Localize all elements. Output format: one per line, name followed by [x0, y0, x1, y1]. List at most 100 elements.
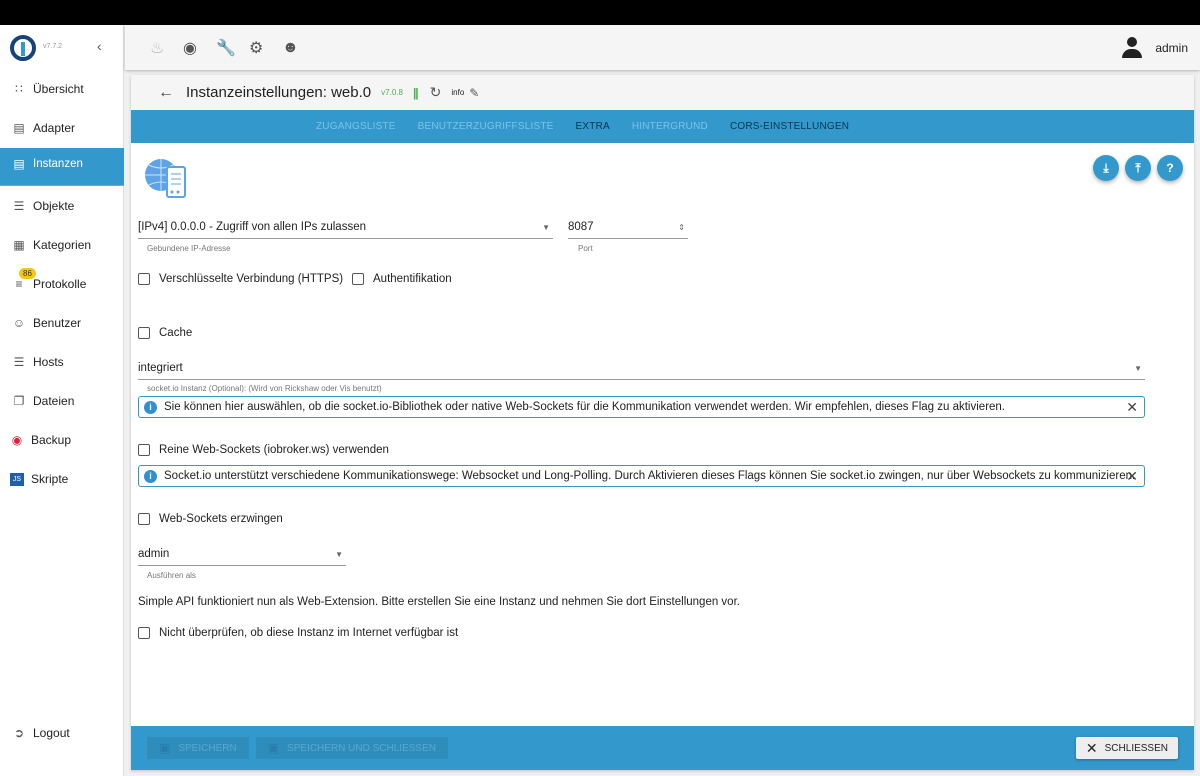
label: Nicht überprüfen, ob diese Instanz im In…	[159, 627, 459, 639]
tab-hintergrund[interactable]: HINTERGRUND	[632, 121, 708, 132]
sidebar-item-kategorien[interactable]: ▦ Kategorien	[0, 226, 124, 264]
info-alert: i Socket.io unterstützt verschiedene Komm…	[138, 465, 1145, 487]
sidebar-item-uebersicht[interactable]: ∷ Übersicht	[0, 70, 124, 108]
back-arrow-icon[interactable]: ←	[158, 84, 174, 102]
label: Verschlüsselte Verbindung (HTTPS)	[159, 273, 344, 285]
bell-icon[interactable]: ♨	[150, 38, 183, 58]
avatar-icon	[1121, 37, 1143, 59]
cache-checkbox[interactable]: Cache	[138, 327, 192, 339]
run-as-select[interactable]: admin ▼	[138, 548, 346, 566]
label: Skripte	[31, 472, 69, 486]
alert-text: Sie können hier auswählen, ob die socket…	[164, 401, 1006, 413]
info-icon: i	[144, 469, 157, 483]
label: Instanzen	[33, 158, 83, 170]
save-icon: ▣	[159, 741, 171, 755]
alert-text: Socket.io unterstützt verschiedene Kommu…	[164, 470, 1136, 482]
sidebar-item-backup[interactable]: ◉ Backup	[0, 421, 124, 459]
upload-settings-button[interactable]: ⤒	[1125, 155, 1151, 181]
username: admin	[1155, 41, 1188, 55]
sidebar-item-dateien[interactable]: ❐ Dateien	[0, 382, 124, 420]
help-button[interactable]: ?	[1157, 155, 1183, 181]
run-as-label: Ausführen als	[147, 571, 196, 580]
tab-bar: ZUGANGSLISTE BENUTZERZUGRIFFSLISTE EXTRA…	[131, 110, 1194, 145]
dropdown-arrow-icon: ▼	[542, 223, 550, 232]
auth-checkbox[interactable]: Authentifikation	[352, 273, 452, 285]
sidebar-item-benutzer[interactable]: ☺ Benutzer	[0, 304, 124, 342]
close-icon: ✕	[1085, 739, 1098, 756]
save-and-close-button[interactable]: ▣ SPEICHERN UND SCHLIESSEN	[255, 737, 448, 759]
label: Adapter	[33, 121, 76, 135]
label: SPEICHERN	[178, 742, 237, 754]
close-icon[interactable]: ✕	[1126, 399, 1138, 416]
save-icon: ▣	[267, 741, 280, 755]
force-websockets-checkbox[interactable]: Web-Sockets erzwingen	[138, 513, 283, 525]
checkbox-box[interactable]	[138, 627, 150, 639]
label: Reine Web-Sockets (iobroker.ws) verwende…	[159, 444, 389, 456]
value: [IPv4] 0.0.0.0 - Zugriff von allen IPs z…	[138, 221, 366, 233]
info-icon: i	[144, 400, 157, 414]
sidebar-item-objekte[interactable]: ☰ Objekte	[0, 187, 124, 225]
files-icon: ❐	[13, 394, 25, 408]
no-check-checkbox[interactable]: Nicht überprüfen, ob diese Instanz im In…	[138, 627, 458, 639]
page-title: Instanzeinstellungen: web.0	[186, 84, 372, 101]
close-icon[interactable]: ✕	[1126, 468, 1138, 485]
label: Kategorien	[33, 238, 92, 252]
gear-icon[interactable]: ⚙	[249, 38, 282, 58]
socketio-select[interactable]: integriert ▼	[138, 362, 1145, 380]
sidebar: v7.7.2 ‹ ∷ Übersicht ▤ Adapter ▤ Instanzen …	[0, 25, 124, 776]
label: Backup	[31, 433, 72, 447]
close-button[interactable]: ✕ SCHLIESSEN	[1075, 737, 1178, 759]
label: Authentifikation	[373, 273, 452, 285]
instance-settings-dialog: ← Instanzeinstellungen: web.0 v7.0.8 || …	[131, 75, 1194, 770]
wrench-icon[interactable]: 🔧	[216, 38, 249, 58]
info-link[interactable]: info	[451, 88, 464, 97]
top-toolbar: ♨ ◉ 🔧 ⚙ ☻ admin	[125, 25, 1200, 70]
checkbox-box[interactable]	[138, 513, 150, 525]
label: Web-Sockets erzwingen	[159, 513, 283, 525]
https-checkbox[interactable]: Verschlüsselte Verbindung (HTTPS)	[138, 273, 343, 285]
backup-icon: ◉	[11, 433, 23, 447]
eye-icon[interactable]: ◉	[183, 38, 216, 58]
label: Hosts	[33, 355, 64, 369]
js-icon: JS	[10, 472, 24, 486]
edit-icon[interactable]: ✎	[469, 86, 479, 100]
collapse-icon[interactable]: ‹	[97, 38, 102, 54]
checkbox-box[interactable]	[138, 444, 150, 456]
checkbox-box[interactable]	[352, 273, 364, 285]
category-icon: ▦	[13, 238, 25, 252]
sidebar-item-protokolle[interactable]: ≡ 86 Protokolle	[0, 265, 124, 303]
tab-benutzerzugriffsliste[interactable]: BENUTZERZUGRIFFSLISTE	[418, 121, 554, 132]
expert-mode-icon[interactable]: ☻	[282, 39, 315, 57]
checkbox-box[interactable]	[138, 273, 150, 285]
tab-cors-einstellungen[interactable]: CORS-EINSTELLUNGEN	[730, 121, 849, 132]
checkbox-box[interactable]	[138, 327, 150, 339]
ip-address-select[interactable]: [IPv4] 0.0.0.0 - Zugriff von allen IPs z…	[138, 221, 553, 239]
logout-button[interactable]: ➲ Logout	[0, 714, 124, 752]
hosts-icon: ☰	[13, 355, 25, 369]
label: SCHLIESSEN	[1104, 742, 1168, 754]
instances-icon: ▤	[13, 157, 25, 171]
pause-icon[interactable]: ||	[413, 86, 419, 100]
instance-version: v7.0.8	[381, 88, 403, 97]
label: Protokolle	[33, 277, 87, 291]
sidebar-item-hosts[interactable]: ☰ Hosts	[0, 343, 124, 381]
pure-websockets-checkbox[interactable]: Reine Web-Sockets (iobroker.ws) verwende…	[138, 444, 389, 456]
sidebar-item-skripte[interactable]: JS Skripte	[0, 460, 124, 498]
port-input[interactable]: 8087 ⇕	[568, 221, 688, 239]
user-icon: ☺	[12, 316, 26, 330]
sidebar-item-instanzen[interactable]: ▤ Instanzen	[0, 148, 124, 186]
save-button[interactable]: ▣ SPEICHERN	[147, 737, 249, 759]
spinner-icon[interactable]: ⇕	[678, 223, 685, 232]
reload-icon[interactable]: ↻	[430, 84, 442, 101]
dropdown-arrow-icon: ▼	[335, 550, 343, 559]
download-settings-button[interactable]: ⤓	[1093, 155, 1119, 181]
apps-icon: ∷	[15, 82, 23, 96]
user-menu[interactable]: admin	[1121, 37, 1188, 59]
socketio-label: socket.io Instanz (Optional): (Wird von …	[147, 384, 382, 393]
tab-zugangsliste[interactable]: ZUGANGSLISTE	[316, 121, 396, 132]
sidebar-item-adapter[interactable]: ▤ Adapter	[0, 109, 124, 147]
value: 8087	[568, 221, 594, 233]
info-alert: i Sie können hier auswählen, ob die socke…	[138, 396, 1145, 418]
version: v7.7.2	[43, 43, 63, 50]
tab-extra[interactable]: EXTRA	[576, 121, 610, 132]
